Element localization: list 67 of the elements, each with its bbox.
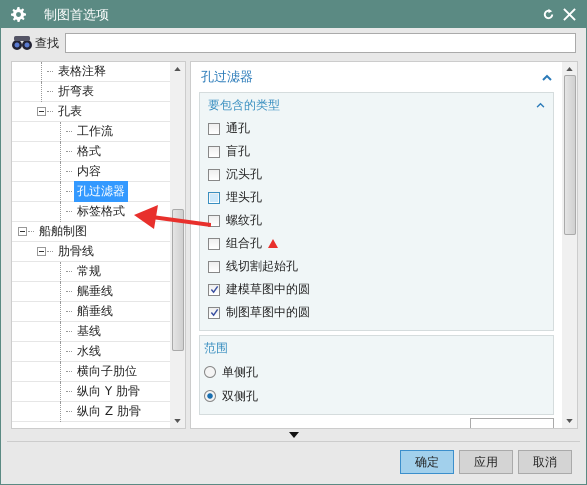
triangle-marker-icon — [268, 239, 278, 248]
tree-item[interactable]: 基线 — [74, 321, 104, 342]
tree-item[interactable]: 水线 — [74, 341, 104, 362]
checkbox-label[interactable]: 通孔 — [226, 120, 250, 137]
tree-item[interactable]: 横向子肋位 — [74, 361, 140, 382]
scroll-up-icon[interactable] — [566, 67, 573, 71]
section-title: 孔过滤器 — [201, 69, 253, 86]
group-title: 范围 — [204, 340, 228, 356]
collapse-icon[interactable] — [536, 102, 545, 108]
expand-down-icon[interactable] — [288, 432, 298, 438]
expander-icon[interactable] — [37, 247, 46, 256]
scroll-thumb[interactable] — [172, 209, 184, 351]
dialog-button[interactable]: 确定 — [400, 450, 454, 474]
checkbox[interactable] — [208, 284, 220, 296]
checkbox-label[interactable]: 埋头孔 — [226, 189, 262, 206]
collapse-icon[interactable] — [542, 74, 552, 80]
settings-icon — [11, 7, 26, 22]
checkbox[interactable] — [208, 260, 220, 272]
checkbox[interactable] — [208, 306, 220, 318]
checkbox[interactable] — [208, 238, 220, 250]
scroll-thumb[interactable] — [564, 75, 576, 235]
checkbox[interactable] — [208, 192, 220, 204]
scrollbar[interactable] — [170, 62, 185, 428]
tree-item[interactable]: 艏垂线 — [74, 301, 116, 322]
dialog-button[interactable]: 应用 — [459, 450, 513, 474]
scroll-down-icon[interactable] — [566, 419, 573, 423]
scrollbar[interactable] — [562, 62, 577, 428]
dialog-button[interactable]: 取消 — [518, 450, 572, 474]
tree-item[interactable]: 孔表 — [55, 101, 85, 122]
checkbox[interactable] — [208, 214, 220, 226]
search-field[interactable] — [65, 33, 576, 53]
expander-icon[interactable] — [18, 227, 27, 236]
binoculars-icon — [11, 35, 33, 51]
checkbox-label[interactable]: 组合孔 — [226, 235, 262, 252]
close-icon[interactable] — [563, 8, 576, 21]
tree-item[interactable]: 纵向 Y 肋骨 — [74, 381, 143, 402]
checkbox-label[interactable]: 线切割起始孔 — [226, 258, 298, 275]
radio-label[interactable]: 双侧孔 — [222, 388, 258, 404]
tree-item[interactable]: 艉垂线 — [74, 281, 116, 302]
tree-item[interactable]: 格式 — [74, 141, 104, 162]
scroll-down-icon[interactable] — [174, 419, 181, 423]
tree-item[interactable]: 船舶制图 — [36, 221, 90, 242]
expander-icon[interactable] — [37, 107, 46, 116]
checkbox-label[interactable]: 建模草图中的圆 — [226, 281, 310, 298]
tree-item[interactable]: 内容 — [74, 161, 104, 182]
checkbox[interactable] — [208, 168, 220, 180]
radio-label[interactable]: 单侧孔 — [222, 364, 258, 380]
tree-item[interactable]: 标签格式 — [74, 201, 128, 222]
search-label: 查找 — [35, 34, 59, 52]
tree-item[interactable]: 纵向 Z 肋骨 — [74, 401, 144, 422]
tree-item[interactable]: 表格注释 — [55, 62, 109, 82]
group-title: 要包含的类型 — [208, 96, 280, 114]
radio-button[interactable] — [204, 366, 216, 378]
window-title: 制图首选项 — [44, 6, 109, 24]
checkbox-label[interactable]: 盲孔 — [226, 143, 250, 160]
tree-item[interactable]: 工作流 — [74, 121, 116, 142]
checkbox[interactable] — [208, 122, 220, 134]
checkbox-label[interactable]: 沉头孔 — [226, 166, 262, 183]
checkbox[interactable] — [208, 146, 220, 158]
checkbox-label[interactable]: 螺纹孔 — [226, 212, 262, 229]
checkbox-label[interactable]: 制图草图中的圆 — [226, 304, 310, 321]
radio-button[interactable] — [204, 390, 216, 402]
tree-item[interactable]: 常规 — [74, 261, 104, 282]
reset-icon[interactable] — [542, 8, 555, 21]
tree-item[interactable]: 肋骨线 — [55, 241, 97, 262]
scroll-up-icon[interactable] — [174, 67, 181, 71]
tree-item[interactable]: 折弯表 — [55, 81, 97, 102]
